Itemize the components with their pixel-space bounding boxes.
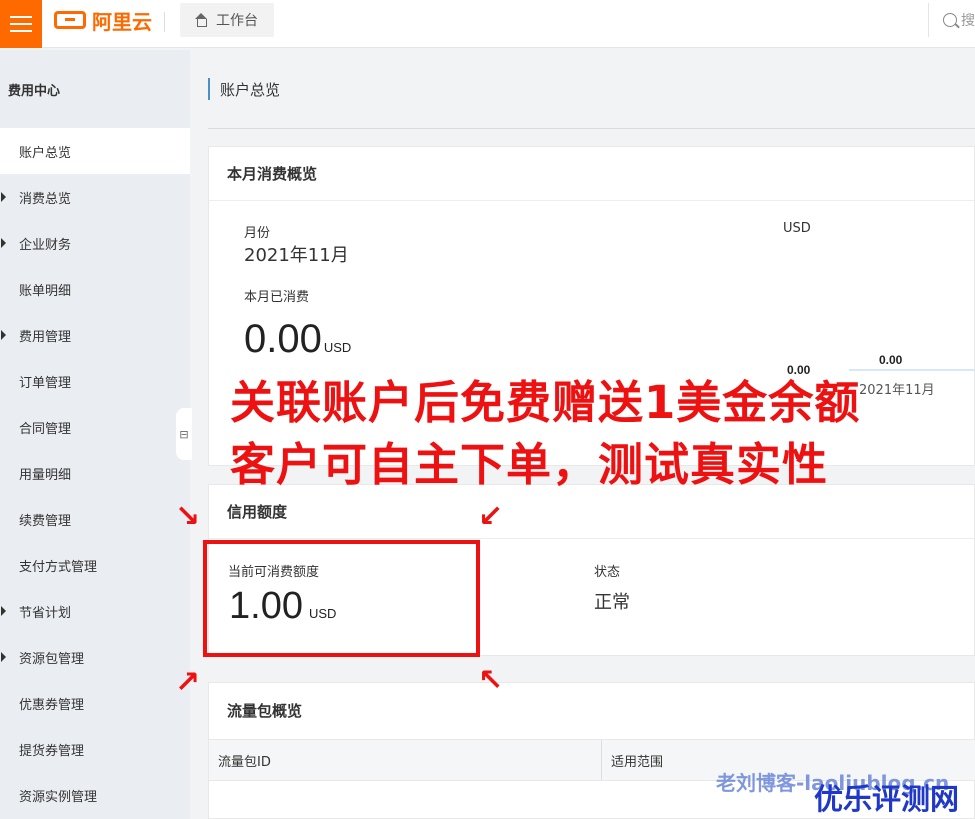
sidebar: 费用中心 账户总览消费总览企业财务账单明细费用管理订单管理合同管理用量明细续费管… [0,50,190,819]
annotation-line-2: 客户可自主下单，测试真实性 [230,438,829,491]
workbench-label: 工作台 [216,13,258,29]
sidebar-item[interactable]: 节省计划 [0,588,190,634]
sidebar-item-label: 消费总览 [19,191,72,207]
spent-amount: 0.00 USD [244,317,351,362]
menu-icon[interactable] [0,0,42,48]
chart-series-line [849,369,975,371]
brand-logo[interactable]: 阿里云 [54,8,152,34]
search-input[interactable]: 搜 [928,3,975,37]
chart-value-label: 0.00 [879,353,903,367]
top-bar: 阿里云 工作台 搜 [0,0,975,48]
sidebar-item[interactable]: 提货券管理 [0,726,190,772]
spent-label: 本月已消费 [244,290,310,305]
chevron-right-icon [1,606,6,616]
sidebar-item[interactable]: 账单明细 [0,266,190,312]
sidebar-item[interactable]: 合同管理 [0,404,190,450]
sidebar-nav: 账户总览消费总览企业财务账单明细费用管理订单管理合同管理用量明细续费管理支付方式… [0,128,190,818]
status-badge: 正常 [594,592,630,613]
month-value: 2021年11月 [244,245,349,266]
month-label: 月份 [244,226,271,241]
arrow-icon: ↙ [478,499,504,534]
sidebar-item-label: 合同管理 [19,421,72,437]
sidebar-item[interactable]: 账户总览 [0,128,190,174]
divider [208,128,975,129]
home-icon [194,13,208,27]
highlight-box [203,540,480,657]
chevron-right-icon [1,652,6,662]
sidebar-item[interactable]: 企业财务 [0,220,190,266]
monthly-overview-title: 本月消费概览 [209,147,974,201]
search-icon [943,13,957,27]
sidebar-item[interactable]: 用量明细 [0,450,190,496]
sidebar-collapse-icon[interactable]: ⊟ [176,408,192,460]
sidebar-item-label: 账单明细 [19,283,72,299]
sidebar-item[interactable]: 资源包管理 [0,634,190,680]
credit-title: 信用额度 [209,485,974,539]
spent-unit: USD [323,340,352,355]
status-label: 状态 [594,565,621,580]
watermark-text: 优乐评测网 [814,782,960,816]
spent-value: 0.00 [244,317,322,361]
chevron-right-icon [1,192,6,202]
currency-label: USD [783,221,811,236]
arrow-icon: ↘ [175,499,201,534]
sidebar-item[interactable]: 支付方式管理 [0,542,190,588]
sidebar-item-label: 费用管理 [19,329,72,345]
column-header-package-id[interactable]: 流量包ID [209,740,601,780]
workbench-button[interactable]: 工作台 [180,3,274,37]
divider [164,12,165,32]
sidebar-item-label: 账户总览 [19,145,72,161]
sidebar-item-label: 续费管理 [19,513,72,529]
sidebar-item[interactable]: 资源实例管理 [0,772,190,818]
chart-axis-label: 2021年11月 [859,383,935,398]
sidebar-item-label: 支付方式管理 [19,559,98,575]
sidebar-item-label: 资源实例管理 [19,789,98,805]
sidebar-title: 费用中心 [8,83,61,99]
sidebar-item[interactable]: 费用管理 [0,312,190,358]
page-title: 账户总览 [208,78,280,100]
arrow-icon: ↖ [478,663,504,698]
search-placeholder: 搜 [961,13,975,29]
sidebar-item-label: 企业财务 [19,237,72,253]
arrow-icon: ↗ [175,665,201,700]
sidebar-item-label: 用量明细 [19,467,72,483]
sidebar-item-label: 订单管理 [19,375,72,391]
traffic-package-title: 流量包概览 [227,701,303,720]
sidebar-item[interactable]: 续费管理 [0,496,190,542]
chevron-right-icon [1,238,6,248]
sidebar-item-label: 优惠券管理 [19,697,85,713]
sidebar-item-label: 资源包管理 [19,651,85,667]
sidebar-item[interactable]: 消费总览 [0,174,190,220]
sidebar-item-label: 提货券管理 [19,743,85,759]
aliyun-logo-icon [54,11,86,29]
sidebar-item[interactable]: 订单管理 [0,358,190,404]
sidebar-item-label: 节省计划 [19,605,72,621]
annotation-line-1: 关联账户后免费赠送1美金余额 [230,376,861,429]
brand-name: 阿里云 [92,9,152,34]
chevron-right-icon [1,330,6,340]
sidebar-item[interactable]: 优惠券管理 [0,680,190,726]
